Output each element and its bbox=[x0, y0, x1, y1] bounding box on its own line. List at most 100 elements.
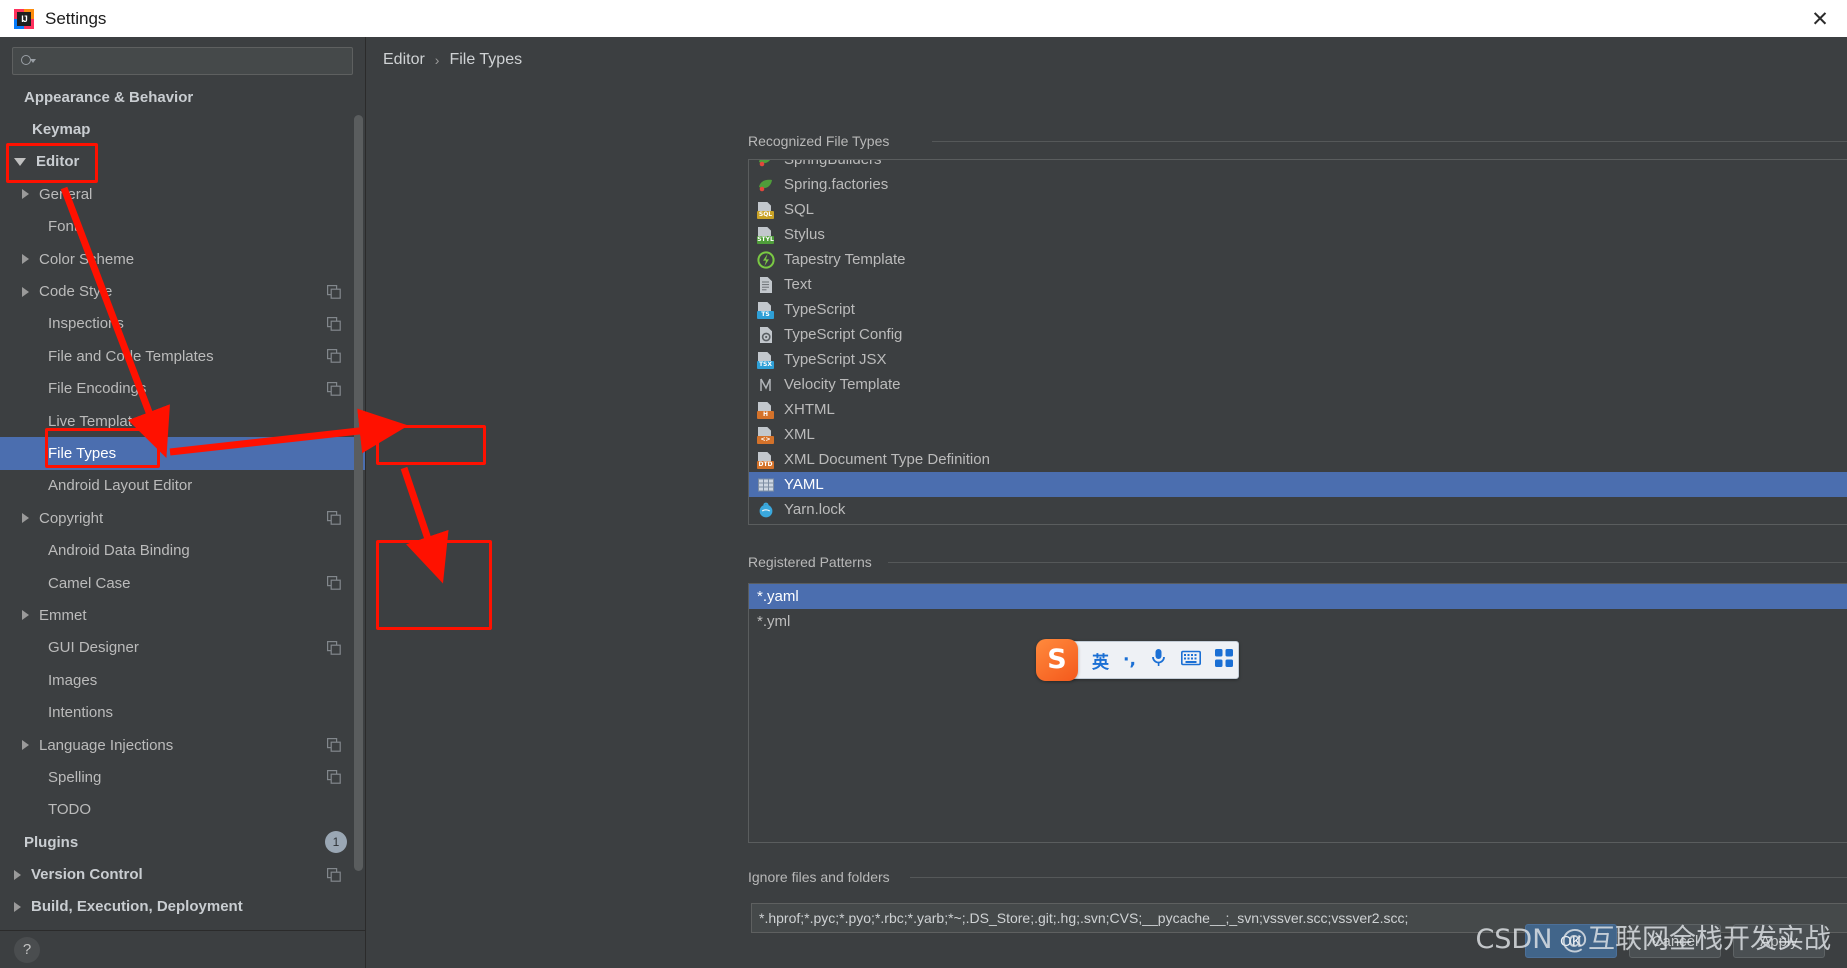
file-type-label: XML Document Type Definition bbox=[784, 451, 990, 468]
sidebar-item-label: Inspections bbox=[48, 315, 124, 333]
search-input[interactable] bbox=[41, 53, 344, 69]
file-type-row[interactable]: Yarn.lock bbox=[749, 497, 1847, 522]
sidebar-item-color-scheme[interactable]: Color Scheme bbox=[0, 243, 365, 275]
file-type-row[interactable]: Text bbox=[749, 272, 1847, 297]
file-type-row[interactable]: YAML bbox=[749, 472, 1847, 497]
file-type-row[interactable]: Tapestry Template bbox=[749, 247, 1847, 272]
chevron-right-icon[interactable] bbox=[22, 513, 29, 524]
file-type-label: SpringBuilders bbox=[784, 159, 882, 168]
sidebar-item-live-templates[interactable]: Live Templates bbox=[0, 405, 365, 437]
file-type-row[interactable]: TypeScript Config bbox=[749, 322, 1847, 347]
sidebar-item-label: Spelling bbox=[48, 768, 102, 786]
registered-patterns-list[interactable]: *.yaml *.yml bbox=[748, 583, 1847, 843]
tapestry-icon bbox=[757, 250, 775, 269]
dialog-body: Appearance & Behavior Keymap Editor General… bbox=[0, 37, 1847, 968]
sidebar-item-emmet[interactable]: Emmet bbox=[0, 599, 365, 631]
copy-settings-icon[interactable] bbox=[327, 576, 341, 590]
file-tag-icon: DTD bbox=[757, 451, 775, 469]
copy-settings-icon[interactable] bbox=[327, 284, 341, 299]
sidebar-scrollbar[interactable] bbox=[354, 115, 363, 871]
sidebar-item-language-injections[interactable]: Language Injections bbox=[0, 729, 365, 761]
chevron-down-icon[interactable] bbox=[14, 157, 26, 166]
sogou-logo-icon[interactable]: S bbox=[1036, 639, 1078, 681]
chevron-right-icon[interactable] bbox=[22, 740, 29, 750]
copy-settings-icon[interactable] bbox=[327, 738, 341, 752]
chevron-right-icon[interactable] bbox=[14, 901, 21, 912]
search-box[interactable] bbox=[12, 47, 353, 75]
sidebar-item-code-style[interactable]: Code Style bbox=[0, 275, 365, 307]
sidebar-item-android-data-binding[interactable]: Android Data Binding bbox=[0, 534, 365, 566]
file-type-row[interactable]: SQL SQL bbox=[749, 197, 1847, 222]
copy-settings-icon[interactable] bbox=[327, 867, 341, 882]
chevron-right-icon[interactable] bbox=[22, 254, 29, 265]
recognized-file-types-list[interactable]: SpringBuilders Spring.factories SQL SQL STYL… bbox=[748, 159, 1847, 525]
sidebar-item-plugins[interactable]: Plugins 1 bbox=[0, 826, 365, 858]
chevron-right-icon[interactable] bbox=[22, 610, 29, 621]
file-type-label: Stylus bbox=[784, 226, 825, 243]
sidebar-item-file-types[interactable]: File Types bbox=[0, 437, 365, 470]
file-type-row[interactable]: Velocity Template bbox=[749, 372, 1847, 397]
sidebar-item-label: Code Style bbox=[39, 283, 113, 301]
sidebar-item-general[interactable]: General bbox=[0, 178, 365, 210]
keyboard-icon[interactable] bbox=[1180, 650, 1201, 671]
sidebar-item-file-and-code-templates[interactable]: File and Code Templates bbox=[0, 340, 365, 372]
sidebar-item-copyright[interactable]: Copyright bbox=[0, 502, 365, 534]
ignore-files-label: Ignore files and folders bbox=[748, 869, 898, 885]
sidebar-item-todo[interactable]: TODO bbox=[0, 794, 365, 826]
sidebar-item-editor[interactable]: Editor bbox=[0, 146, 365, 178]
file-type-row[interactable]: DTD XML Document Type Definition bbox=[749, 447, 1847, 472]
sidebar-item-gui-designer[interactable]: GUI Designer bbox=[0, 632, 365, 664]
file-type-label: Text bbox=[784, 276, 812, 293]
copy-settings-icon[interactable] bbox=[327, 640, 341, 655]
pattern-row[interactable]: *.yml bbox=[749, 609, 1847, 634]
sidebar-item-spelling[interactable]: Spelling bbox=[0, 761, 365, 793]
file-type-row[interactable]: STYL Stylus bbox=[749, 222, 1847, 247]
patterns-divider bbox=[888, 562, 1847, 563]
sidebar-item-font[interactable]: Font bbox=[0, 211, 365, 243]
file-type-row[interactable]: <> XML bbox=[749, 422, 1847, 447]
breadcrumb-parent[interactable]: Editor bbox=[383, 51, 425, 69]
file-type-row[interactable]: H XHTML bbox=[749, 397, 1847, 422]
sidebar-item-camel-case[interactable]: Camel Case bbox=[0, 567, 365, 599]
sidebar-item-label: File Types bbox=[48, 444, 117, 462]
recognized-file-types-label: Recognized File Types bbox=[748, 133, 898, 149]
text-file-icon bbox=[757, 276, 775, 294]
chevron-right-icon[interactable] bbox=[22, 286, 29, 297]
settings-tree[interactable]: Appearance & Behavior Keymap Editor General… bbox=[0, 81, 365, 930]
copy-settings-icon[interactable] bbox=[327, 381, 341, 396]
pattern-label: *.yaml bbox=[757, 588, 799, 605]
file-type-row[interactable]: SpringBuilders bbox=[749, 159, 1847, 172]
sidebar-item-file-encodings[interactable]: File Encodings bbox=[0, 373, 365, 405]
microphone-icon[interactable] bbox=[1150, 648, 1167, 672]
sidebar-item-label: Live Templates bbox=[48, 412, 148, 430]
file-type-row[interactable]: TSX TypeScript JSX bbox=[749, 347, 1847, 372]
sidebar-footer: ? bbox=[0, 930, 365, 968]
help-button[interactable]: ? bbox=[14, 936, 40, 963]
sidebar-item-label: Font bbox=[48, 218, 79, 236]
sidebar-item-android-layout-editor[interactable]: Android Layout Editor bbox=[0, 470, 365, 502]
ime-mode-toggle[interactable]: 英 bbox=[1092, 648, 1109, 673]
chevron-right-icon[interactable] bbox=[14, 869, 21, 880]
copy-settings-icon[interactable] bbox=[327, 770, 341, 785]
file-tag-icon: H bbox=[757, 401, 775, 419]
copy-settings-icon[interactable] bbox=[327, 511, 341, 526]
file-type-row[interactable]: TS TypeScript bbox=[749, 297, 1847, 322]
sidebar-item-inspections[interactable]: Inspections bbox=[0, 308, 365, 340]
copy-settings-icon[interactable] bbox=[327, 349, 341, 364]
sogou-ime-toolbar[interactable]: S 英 ·, bbox=[1036, 639, 1239, 681]
sidebar-item-images[interactable]: Images bbox=[0, 664, 365, 696]
sidebar-item-build-execution-deployment[interactable]: Build, Execution, Deployment bbox=[0, 891, 365, 923]
window-title-bar: IJ Settings ✕ bbox=[0, 0, 1847, 37]
copy-settings-icon[interactable] bbox=[327, 316, 341, 331]
sidebar-item-version-control[interactable]: Version Control bbox=[0, 858, 365, 890]
ime-punctuation-toggle[interactable]: ·, bbox=[1123, 650, 1136, 670]
sidebar-item-appearance-behavior[interactable]: Appearance & Behavior bbox=[0, 81, 365, 113]
apps-grid-icon[interactable] bbox=[1214, 648, 1233, 672]
pattern-row[interactable]: *.yaml bbox=[749, 584, 1847, 609]
sidebar-item-keymap[interactable]: Keymap bbox=[0, 113, 365, 145]
file-type-label: SQL bbox=[784, 201, 815, 218]
chevron-right-icon[interactable] bbox=[22, 189, 29, 200]
close-icon[interactable]: ✕ bbox=[1807, 6, 1833, 32]
file-type-row[interactable]: Spring.factories bbox=[749, 172, 1847, 197]
sidebar-item-intentions[interactable]: Intentions bbox=[0, 696, 365, 728]
